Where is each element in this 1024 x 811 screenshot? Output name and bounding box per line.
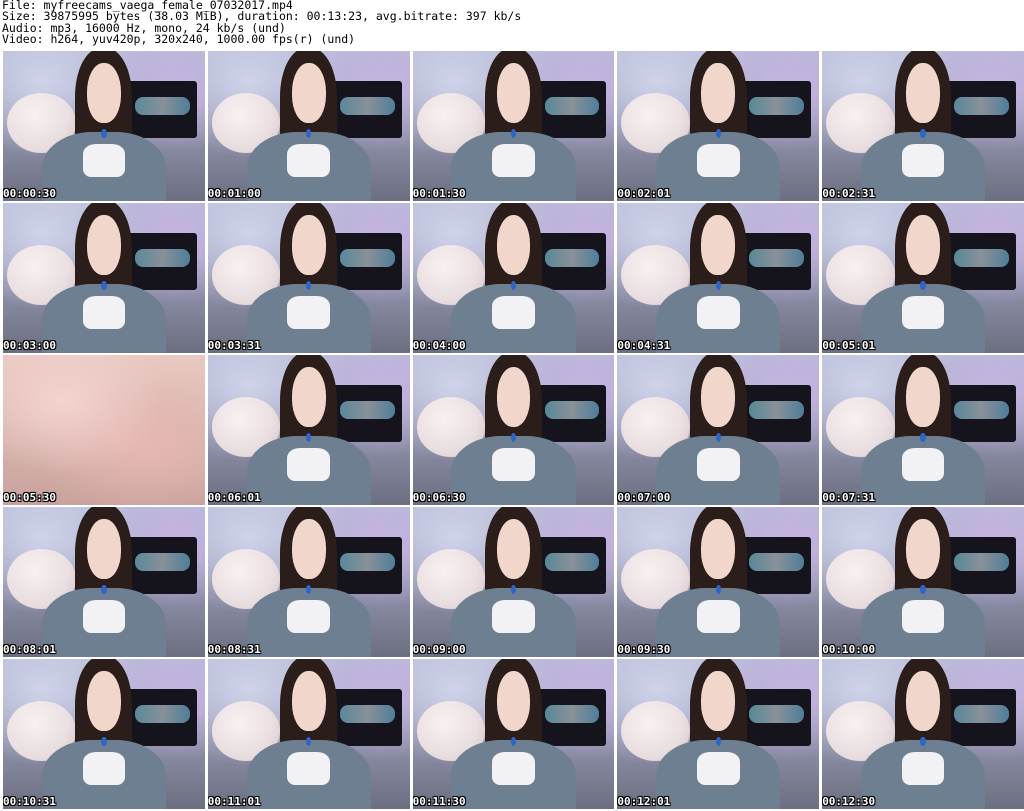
thumbnail: 00:10:31 — [3, 658, 205, 810]
thumbnail: 00:12:30 — [822, 658, 1024, 810]
thumbnail-timestamp: 00:01:30 — [412, 187, 466, 201]
thumbnail-timestamp: 00:03:31 — [207, 339, 261, 353]
thumbnail-timestamp: 00:12:01 — [617, 795, 671, 809]
thumbnail: 00:04:00 — [412, 202, 615, 354]
thumbnail: 00:05:30 — [3, 354, 205, 506]
thumbnail: 00:09:30 — [617, 506, 820, 658]
thumbnail-timestamp: 00:03:00 — [3, 339, 56, 353]
thumbnail: 00:04:31 — [617, 202, 820, 354]
thumbnail-timestamp: 00:06:30 — [412, 491, 466, 505]
thumbnail: 00:02:01 — [617, 51, 820, 202]
thumbnail-timestamp: 00:10:00 — [822, 643, 876, 657]
file-info-header: File: myfreecams_vaega_female_07032017.m… — [2, 0, 1022, 46]
thumbnail: 00:11:30 — [412, 658, 615, 810]
thumbnail-timestamp: 00:07:31 — [822, 491, 876, 505]
thumbnail-timestamp: 00:12:30 — [822, 795, 876, 809]
thumbnail-timestamp: 00:10:31 — [3, 795, 56, 809]
video-info-line: Video: h264, yuv420p, 320x240, 1000.00 f… — [2, 32, 356, 47]
thumbnail: 00:01:00 — [207, 51, 410, 202]
thumbnail-timestamp: 00:08:01 — [3, 643, 56, 657]
thumbnail-timestamp: 00:02:01 — [617, 187, 671, 201]
thumbnail-grid: 00:00:30 00:01:00 00:01:30 00:02:01 00:0… — [3, 51, 1024, 810]
thumbnail: 00:03:31 — [207, 202, 410, 354]
thumbnail-timestamp: 00:05:30 — [3, 491, 56, 505]
thumbnail-timestamp: 00:11:01 — [207, 795, 261, 809]
thumbnail-timestamp: 00:05:01 — [822, 339, 876, 353]
thumbnail: 00:08:31 — [207, 506, 410, 658]
thumbnail-timestamp: 00:06:01 — [207, 491, 261, 505]
thumbnail-timestamp: 00:01:00 — [207, 187, 261, 201]
thumbnail: 00:05:01 — [822, 202, 1024, 354]
thumbnail-timestamp: 00:11:30 — [412, 795, 466, 809]
thumbnail: 00:06:01 — [207, 354, 410, 506]
thumbnail: 00:07:31 — [822, 354, 1024, 506]
thumbnail-timestamp: 00:09:30 — [617, 643, 671, 657]
thumbnail-timestamp: 00:04:31 — [617, 339, 671, 353]
thumbnail: 00:03:00 — [3, 202, 205, 354]
thumbnail-timestamp: 00:09:00 — [412, 643, 466, 657]
thumbnail: 00:00:30 — [3, 51, 205, 202]
thumbnail: 00:08:01 — [3, 506, 205, 658]
thumbnail-timestamp: 00:00:30 — [3, 187, 56, 201]
thumbnail-timestamp: 00:02:31 — [822, 187, 876, 201]
thumbnail-timestamp: 00:07:00 — [617, 491, 671, 505]
thumbnail: 00:11:01 — [207, 658, 410, 810]
thumbnail: 00:12:01 — [617, 658, 820, 810]
thumbnail-timestamp: 00:04:00 — [412, 339, 466, 353]
thumbnail: 00:01:30 — [412, 51, 615, 202]
thumbnail: 00:10:00 — [822, 506, 1024, 658]
thumbnail-timestamp: 00:08:31 — [207, 643, 261, 657]
thumbnail: 00:07:00 — [617, 354, 820, 506]
thumbnail: 00:06:30 — [412, 354, 615, 506]
thumbnail: 00:09:00 — [412, 506, 615, 658]
thumbnail: 00:02:31 — [822, 51, 1024, 202]
